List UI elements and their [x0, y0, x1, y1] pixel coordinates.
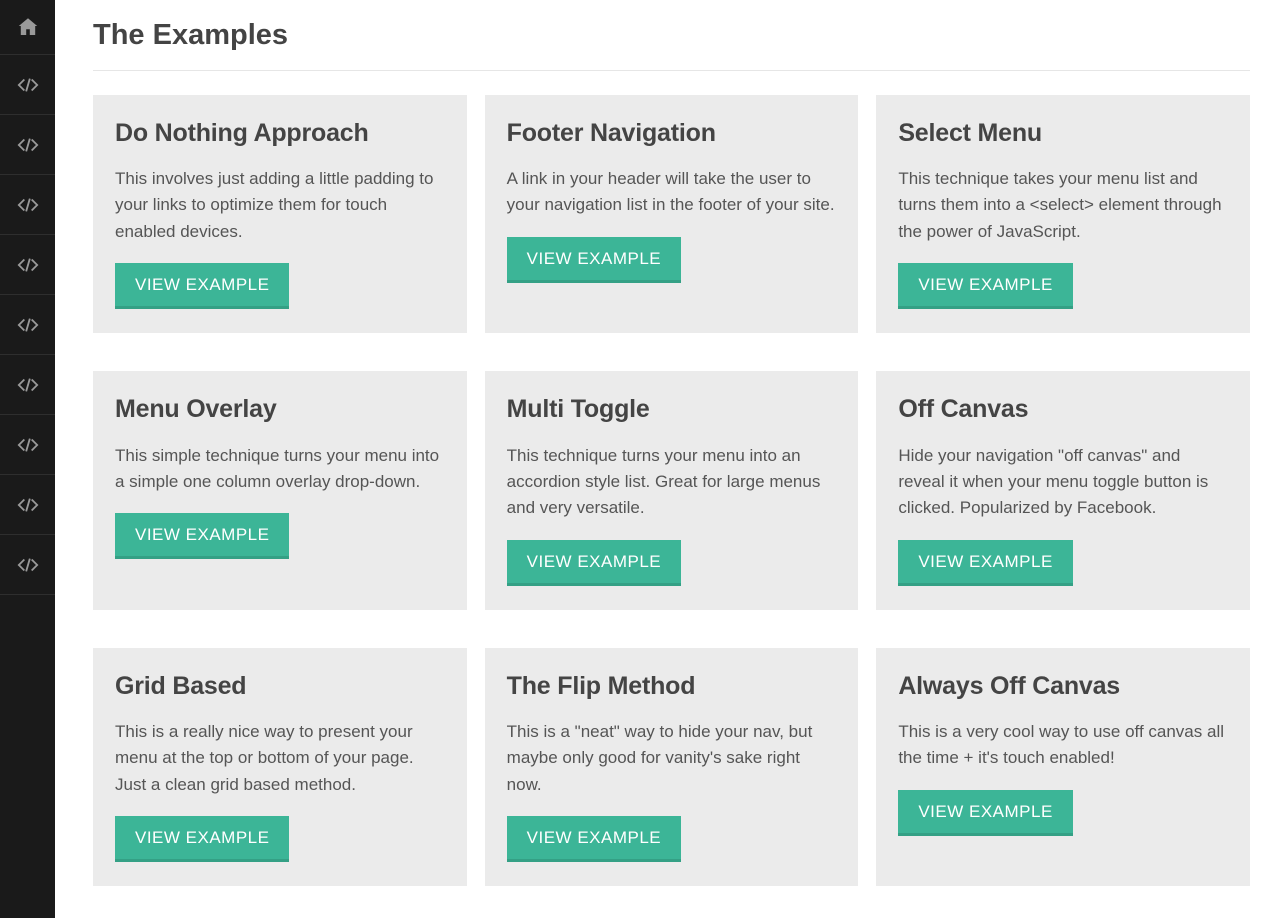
sidebar-item-example-1[interactable] — [0, 55, 55, 115]
example-card: Footer Navigation A link in your header … — [485, 95, 859, 334]
card-description: This is a "neat" way to hide your nav, b… — [507, 719, 837, 798]
card-description: This technique turns your menu into an a… — [507, 443, 837, 522]
code-icon — [17, 134, 39, 156]
code-icon — [17, 314, 39, 336]
code-icon — [17, 254, 39, 276]
sidebar-item-example-3[interactable] — [0, 175, 55, 235]
view-example-button[interactable]: VIEW EXAMPLE — [898, 263, 1072, 309]
sidebar-item-example-8[interactable] — [0, 475, 55, 535]
card-description: A link in your header will take the user… — [507, 166, 837, 219]
view-example-button[interactable]: VIEW EXAMPLE — [507, 816, 681, 862]
code-icon — [17, 74, 39, 96]
view-example-button[interactable]: VIEW EXAMPLE — [115, 816, 289, 862]
example-card: Menu Overlay This simple technique turns… — [93, 371, 467, 610]
example-card: Always Off Canvas This is a very cool wa… — [876, 648, 1250, 887]
card-description: This simple technique turns your menu in… — [115, 443, 445, 496]
sidebar-item-example-7[interactable] — [0, 415, 55, 475]
example-card: Multi Toggle This technique turns your m… — [485, 371, 859, 610]
card-description: This is a very cool way to use off canva… — [898, 719, 1228, 772]
view-example-button[interactable]: VIEW EXAMPLE — [898, 540, 1072, 586]
example-card: Do Nothing Approach This involves just a… — [93, 95, 467, 334]
sidebar-item-example-9[interactable] — [0, 535, 55, 595]
code-icon — [17, 554, 39, 576]
view-example-button[interactable]: VIEW EXAMPLE — [898, 790, 1072, 836]
example-card: Grid Based This is a really nice way to … — [93, 648, 467, 887]
sidebar-item-home[interactable] — [0, 0, 55, 55]
divider — [93, 70, 1250, 71]
card-title: Select Menu — [898, 115, 1228, 153]
view-example-button[interactable]: VIEW EXAMPLE — [507, 540, 681, 586]
card-title: Menu Overlay — [115, 391, 445, 429]
card-title: Multi Toggle — [507, 391, 837, 429]
card-title: Always Off Canvas — [898, 668, 1228, 706]
card-description: This involves just adding a little paddi… — [115, 166, 445, 245]
code-icon — [17, 494, 39, 516]
view-example-button[interactable]: VIEW EXAMPLE — [507, 237, 681, 283]
sidebar — [0, 0, 55, 918]
view-example-button[interactable]: VIEW EXAMPLE — [115, 263, 289, 309]
example-card: The Flip Method This is a "neat" way to … — [485, 648, 859, 887]
example-card: Select Menu This technique takes your me… — [876, 95, 1250, 334]
sidebar-item-example-6[interactable] — [0, 355, 55, 415]
main-content: The Examples Do Nothing Approach This in… — [55, 0, 1282, 918]
card-title: Grid Based — [115, 668, 445, 706]
card-title: Off Canvas — [898, 391, 1228, 429]
sidebar-item-example-4[interactable] — [0, 235, 55, 295]
card-description: Hide your navigation "off canvas" and re… — [898, 443, 1228, 522]
sidebar-item-example-5[interactable] — [0, 295, 55, 355]
card-description: This is a really nice way to present you… — [115, 719, 445, 798]
card-description: This technique takes your menu list and … — [898, 166, 1228, 245]
view-example-button[interactable]: VIEW EXAMPLE — [115, 513, 289, 559]
page-title: The Examples — [93, 14, 1250, 58]
sidebar-item-example-2[interactable] — [0, 115, 55, 175]
examples-grid: Do Nothing Approach This involves just a… — [93, 95, 1250, 887]
home-icon — [16, 15, 40, 39]
code-icon — [17, 194, 39, 216]
code-icon — [17, 374, 39, 396]
example-card: Off Canvas Hide your navigation "off can… — [876, 371, 1250, 610]
card-title: Footer Navigation — [507, 115, 837, 153]
card-title: Do Nothing Approach — [115, 115, 445, 153]
card-title: The Flip Method — [507, 668, 837, 706]
code-icon — [17, 434, 39, 456]
